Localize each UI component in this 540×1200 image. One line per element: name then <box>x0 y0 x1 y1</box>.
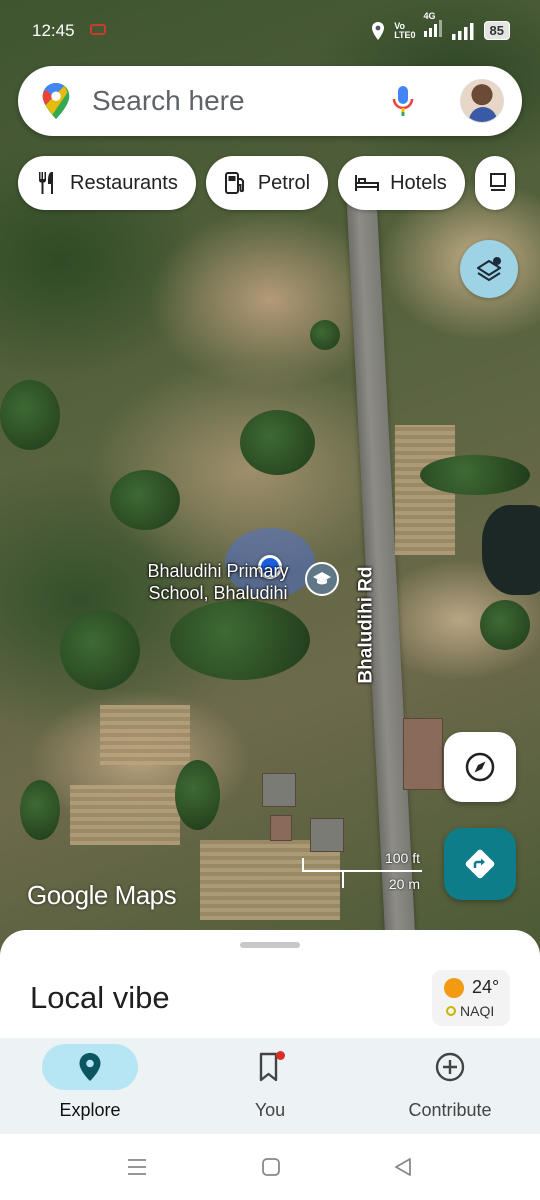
search-input[interactable] <box>92 85 382 117</box>
air-quality-dot-icon <box>446 1006 456 1016</box>
nav-label: Explore <box>59 1100 121 1120</box>
tree-cluster <box>480 600 530 650</box>
layers-button[interactable] <box>460 240 518 298</box>
nav-explore-pill <box>42 1044 138 1090</box>
fuel-pump-icon <box>222 170 248 196</box>
tree-cluster <box>60 610 140 690</box>
building <box>270 815 292 841</box>
battery-indicator: 85 <box>483 21 510 40</box>
status-time: 12:45 <box>32 21 75 40</box>
category-chips: Restaurants Petrol Hotels <box>18 156 515 210</box>
building <box>262 773 296 807</box>
scale-ft-label: 100 ft <box>384 850 420 866</box>
nav-contribute[interactable]: Contribute <box>360 1038 540 1134</box>
system-navigation-bar <box>0 1134 540 1200</box>
chip-restaurants[interactable]: Restaurants <box>18 156 196 210</box>
map-view[interactable]: Bhaludihi Primary School, Bhaludihi Bhal… <box>0 0 540 960</box>
tree-cluster <box>110 470 180 530</box>
shopping-icon <box>489 170 509 196</box>
tree-cluster <box>240 410 315 475</box>
scale-tick <box>342 870 344 888</box>
poi-label[interactable]: Bhaludihi Primary School, Bhaludihi <box>118 560 318 604</box>
home-icon[interactable] <box>260 1156 282 1178</box>
add-circle-icon <box>435 1052 465 1082</box>
tree-cluster <box>310 320 340 350</box>
location-status-icon <box>372 21 385 40</box>
chip-more[interactable] <box>474 156 515 210</box>
chip-label: Petrol <box>257 171 311 194</box>
map-scale: 100 ft 20 m <box>302 848 424 892</box>
building <box>310 818 344 852</box>
tree-cluster <box>0 380 60 450</box>
avatar[interactable] <box>460 79 504 123</box>
search-bar[interactable] <box>18 66 522 136</box>
back-icon[interactable] <box>392 1156 414 1178</box>
signal-4g-icon: 4G <box>423 11 444 42</box>
signal-bars-icon <box>451 22 474 40</box>
sheet-drag-handle[interactable] <box>240 942 300 948</box>
tree-cluster <box>20 780 60 840</box>
directions-button[interactable] <box>444 828 516 900</box>
chip-petrol[interactable]: Petrol <box>205 156 329 210</box>
building <box>403 718 443 790</box>
chip-label: Restaurants <box>70 171 178 194</box>
weather-temp: 24° <box>472 977 500 997</box>
compass-button[interactable] <box>444 732 516 802</box>
fork-knife-icon <box>34 170 60 196</box>
google-maps-logo: Google Maps <box>27 880 177 910</box>
location-pin-icon <box>79 1053 101 1081</box>
volte-label: Vo LTE0 <box>394 20 416 40</box>
chip-hotels[interactable]: Hotels <box>338 156 465 210</box>
bottom-sheet[interactable]: Local vibe 24° NAQI <box>0 930 540 1040</box>
tree-cluster <box>175 760 220 830</box>
weather-widget[interactable]: 24° NAQI <box>432 970 510 1026</box>
notification-icon <box>90 24 106 35</box>
road-label: Bhaludihi Rd <box>356 566 377 684</box>
compass-icon <box>465 752 495 782</box>
microphone-icon[interactable] <box>390 84 416 118</box>
status-icons: Vo LTE0 4G 85 <box>370 11 510 42</box>
nav-contribute-pill <box>402 1044 498 1090</box>
scale-m-label: 20 m <box>388 876 420 892</box>
nav-label: Contribute <box>408 1100 492 1120</box>
school-pin-icon[interactable] <box>305 562 339 596</box>
air-quality-label: NAQI <box>460 1003 495 1019</box>
layers-icon <box>476 257 502 282</box>
chip-label: Hotels <box>390 171 447 194</box>
scale-bar <box>302 870 422 872</box>
google-maps-pin-icon <box>42 82 70 120</box>
crop-field <box>100 705 190 765</box>
status-bar: 12:45 Vo LTE0 4G 85 <box>0 0 540 60</box>
recent-apps-icon[interactable] <box>126 1156 148 1178</box>
tree-cluster <box>170 600 310 680</box>
nav-you-pill <box>222 1044 318 1090</box>
bottom-navigation: Explore You Contribute <box>0 1038 540 1134</box>
nav-label: You <box>254 1100 286 1120</box>
nav-explore[interactable]: Explore <box>0 1038 180 1134</box>
bed-icon <box>354 170 380 196</box>
notification-badge <box>276 1051 285 1060</box>
crop-field <box>70 785 180 845</box>
directions-icon <box>465 849 495 879</box>
pond <box>482 505 540 595</box>
sheet-title: Local vibe <box>30 980 170 1015</box>
nav-you[interactable]: You <box>180 1038 360 1134</box>
tree-cluster <box>420 455 530 495</box>
sun-icon <box>444 978 464 998</box>
